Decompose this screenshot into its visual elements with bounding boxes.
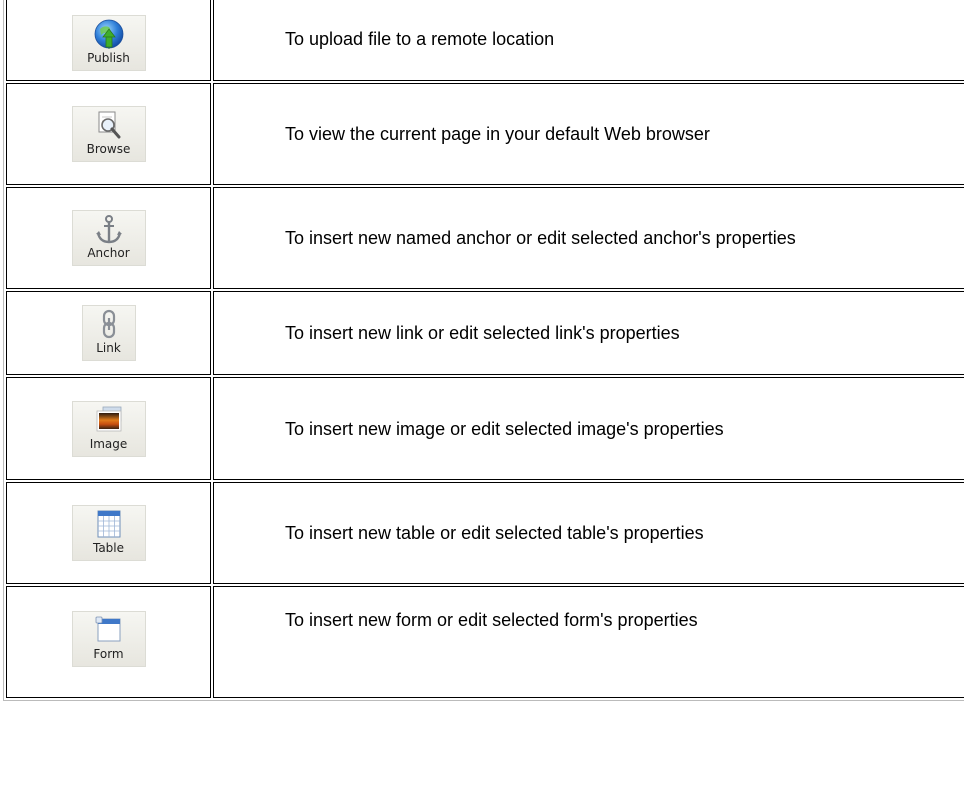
- button-label: Anchor: [87, 246, 130, 260]
- icon-cell: Link: [6, 291, 211, 375]
- description-cell: To insert new image or edit selected ima…: [213, 377, 964, 480]
- table-grid-icon: [97, 510, 120, 538]
- anchor-button[interactable]: Anchor: [71, 210, 146, 266]
- description-cell: To insert new link or edit selected link…: [213, 291, 964, 375]
- table-row: Table To insert new table or edit select…: [6, 482, 964, 584]
- table-row: Link To insert new link or edit selected…: [6, 291, 964, 375]
- description-cell: To view the current page in your default…: [213, 83, 964, 185]
- icon-cell: Form: [6, 586, 211, 698]
- button-label: Link: [96, 341, 121, 355]
- button-label: Publish: [87, 51, 130, 65]
- image-picture-icon: [96, 406, 121, 431]
- description-text: To upload file to a remote location: [285, 29, 555, 49]
- description-text: To insert new named anchor or edit selec…: [285, 228, 796, 248]
- table-row: Browse To view the current page in your …: [6, 83, 964, 185]
- table-row: Anchor To insert new named anchor or edi…: [6, 187, 964, 289]
- description-text: To insert new form or edit selected form…: [285, 610, 698, 630]
- button-label: Form: [93, 647, 124, 661]
- button-label: Browse: [86, 142, 131, 156]
- icon-cell: Anchor: [6, 187, 211, 289]
- description-cell: To upload file to a remote location: [213, 0, 964, 81]
- icon-cell: Image: [6, 377, 211, 480]
- anchor-icon: [95, 215, 122, 244]
- description-text: To insert new table or edit selected tab…: [285, 523, 704, 543]
- button-label: Image: [89, 436, 128, 451]
- description-text: To insert new link or edit selected link…: [285, 323, 680, 343]
- form-button[interactable]: Form: [71, 611, 146, 667]
- page: Publish To upload file to a remote locat…: [0, 0, 964, 793]
- table-button[interactable]: Table: [71, 505, 146, 561]
- description-cell: To insert new named anchor or edit selec…: [213, 187, 964, 289]
- description-text: To insert new image or edit selected ima…: [285, 418, 724, 439]
- button-label: Table: [92, 541, 125, 555]
- table-row: Image To insert new image or edit select…: [6, 377, 964, 480]
- link-chain-icon: [102, 309, 115, 339]
- icon-cell: Browse: [6, 83, 211, 185]
- icon-cell: Publish: [6, 0, 211, 81]
- publish-button[interactable]: Publish: [71, 15, 146, 71]
- toolbar-reference-table: Publish To upload file to a remote locat…: [3, 0, 964, 701]
- description-cell: To insert new table or edit selected tab…: [213, 482, 964, 584]
- table-row: Publish To upload file to a remote locat…: [6, 0, 964, 81]
- description-cell: To insert new form or edit selected form…: [213, 586, 964, 698]
- icon-cell: Table: [6, 482, 211, 584]
- link-button[interactable]: Link: [81, 305, 136, 361]
- form-window-icon: [95, 616, 120, 642]
- description-text: To view the current page in your default…: [285, 124, 710, 144]
- browse-magnifier-icon: [98, 111, 120, 139]
- image-button[interactable]: Image: [71, 400, 146, 457]
- table-row: Form To insert new form or edit selected…: [6, 586, 964, 698]
- browse-button[interactable]: Browse: [71, 106, 146, 162]
- publish-globe-icon: [94, 19, 123, 49]
